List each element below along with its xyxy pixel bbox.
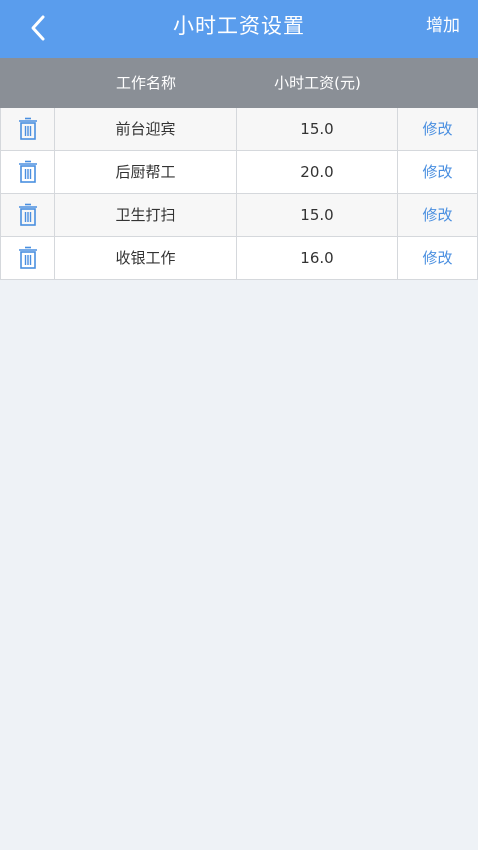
hourly-wage: 20.0 — [237, 151, 398, 193]
hourly-wage: 15.0 — [237, 108, 398, 150]
edit-button[interactable]: 修改 — [398, 194, 478, 236]
table-row: 后厨帮工 20.0 修改 — [0, 151, 478, 194]
navigation-bar: 小时工资设置 增加 — [0, 0, 478, 58]
job-name: 收银工作 — [55, 237, 237, 279]
wage-table: 前台迎宾 15.0 修改 后厨帮工 20.0 修改 卫生打扫 15.0 修改 收… — [0, 108, 478, 280]
edit-button[interactable]: 修改 — [398, 237, 478, 279]
job-name: 后厨帮工 — [55, 151, 237, 193]
trash-icon — [18, 246, 37, 269]
hourly-wage: 15.0 — [237, 194, 398, 236]
edit-button[interactable]: 修改 — [398, 151, 478, 193]
back-button[interactable] — [18, 8, 58, 48]
table-header: 工作名称 小时工资(元) — [0, 58, 478, 108]
header-job-name: 工作名称 — [115, 74, 176, 92]
job-name: 卫生打扫 — [55, 194, 237, 236]
table-row: 卫生打扫 15.0 修改 — [0, 194, 478, 237]
trash-icon — [18, 160, 37, 183]
hourly-wage: 16.0 — [237, 237, 398, 279]
trash-icon — [18, 117, 37, 140]
chevron-left-icon — [31, 15, 45, 41]
delete-button[interactable] — [0, 108, 55, 150]
delete-button[interactable] — [0, 237, 55, 279]
page-title: 小时工资设置 — [173, 14, 305, 38]
table-row: 前台迎宾 15.0 修改 — [0, 108, 478, 151]
header-hourly-wage: 小时工资(元) — [274, 74, 361, 92]
trash-icon — [18, 203, 37, 226]
table-row: 收银工作 16.0 修改 — [0, 237, 478, 280]
add-button[interactable]: 增加 — [426, 0, 460, 52]
job-name: 前台迎宾 — [55, 108, 237, 150]
delete-button[interactable] — [0, 194, 55, 236]
delete-button[interactable] — [0, 151, 55, 193]
edit-button[interactable]: 修改 — [398, 108, 478, 150]
